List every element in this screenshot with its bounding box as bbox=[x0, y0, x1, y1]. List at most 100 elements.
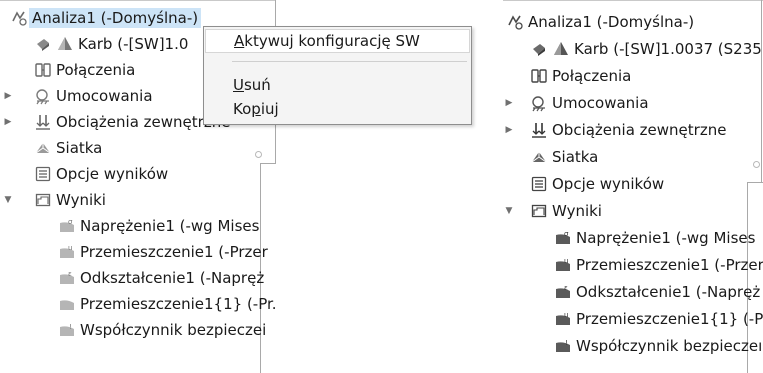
result-options-icon bbox=[530, 175, 548, 193]
svg-text:ε: ε bbox=[564, 284, 568, 292]
tree-item-label: Przemieszczenie1 (-Przer bbox=[576, 256, 763, 274]
tree-item-label: Siatka bbox=[56, 139, 103, 157]
panel-top-rule bbox=[0, 0, 276, 1]
stress-plot-icon: σ bbox=[58, 217, 76, 235]
stress-plot-icon: σ bbox=[554, 229, 572, 247]
svg-text:u: u bbox=[564, 311, 568, 319]
material-icon bbox=[530, 40, 548, 58]
tree-item-label: Analiza1 (-Domyślna-) bbox=[528, 13, 695, 31]
tree-item-result-options[interactable]: Opcje wyników bbox=[34, 161, 168, 187]
tree-item-label: Wyniki bbox=[56, 191, 106, 209]
tree-item-label: Połączenia bbox=[552, 67, 632, 85]
tree-item-displacement-plot[interactable]: u Przemieszczenie1 (-Przer bbox=[554, 252, 763, 278]
tree-item-connections[interactable]: Połączenia bbox=[530, 63, 631, 89]
connections-icon bbox=[530, 67, 548, 85]
tree-item-factor-of-safety[interactable]: ! Współczynnik bezpieczei bbox=[58, 317, 266, 343]
result-options-icon bbox=[34, 165, 52, 183]
tree-item-label: Współczynnik bezpieczei bbox=[80, 321, 267, 339]
tree-item-results[interactable]: ▼ Wyniki bbox=[5, 187, 106, 213]
factor-of-safety-icon: ! bbox=[58, 321, 76, 339]
mesh-icon bbox=[530, 148, 548, 166]
tree-item-results[interactable]: ▼ Wyniki bbox=[506, 198, 602, 224]
splitter-handle[interactable] bbox=[753, 161, 760, 168]
tree-item-displacement-plot-2[interactable]: u Przemieszczenie1{1} (-Pr. bbox=[554, 306, 763, 332]
displacement-plot-icon: u bbox=[554, 310, 572, 328]
tree-item-label: Karb (-[SW]1.0 bbox=[78, 35, 189, 53]
tree-item-stress-plot[interactable]: σ Naprężenie1 (-wg Mises bbox=[58, 213, 259, 239]
study-icon bbox=[506, 13, 524, 31]
tree-item-displacement-plot-2[interactable]: Przemieszczenie1{1} (-Pr. bbox=[58, 291, 276, 317]
menu-item-label: Kopiuj bbox=[233, 100, 279, 118]
tree-item-mesh[interactable]: Siatka bbox=[34, 135, 102, 161]
menu-item-delete[interactable]: Usuń bbox=[205, 73, 470, 97]
panel-top-rule bbox=[503, 0, 763, 1]
study-icon bbox=[10, 9, 28, 27]
displacement-plot-icon: u bbox=[554, 256, 572, 274]
tree-item-mesh[interactable]: Siatka bbox=[530, 144, 598, 170]
strain-plot-icon: ε bbox=[58, 269, 76, 287]
tree-item-strain-plot[interactable]: ε Odkształcenie1 (-Napręż bbox=[58, 265, 264, 291]
splitter-handle[interactable] bbox=[255, 151, 262, 158]
tree-item-label: Umocowania bbox=[552, 94, 649, 112]
tree-item-label: Przemieszczenie1{1} (-Pr. bbox=[576, 310, 763, 328]
tree-item-fixtures[interactable]: ▶ Umocowania bbox=[506, 90, 649, 116]
tree-item-part[interactable]: Karb (-[SW]1.0037 (S235 bbox=[530, 36, 762, 62]
tree-item-strain-plot[interactable]: ε Odkształcenie1 (-Napręż bbox=[554, 279, 760, 305]
displacement-plot-icon bbox=[58, 295, 76, 313]
menu-item-label: Usuń bbox=[233, 76, 271, 94]
expand-arrow-icon[interactable]: ▶ bbox=[503, 125, 515, 135]
menu-item-label: Aktywuj konfigurację SW bbox=[234, 32, 420, 50]
tree-item-label: Umocowania bbox=[56, 87, 153, 105]
tree-item-study[interactable]: Analiza1 (-Domyślna-) bbox=[506, 9, 694, 35]
tree-item-displacement-plot[interactable]: u Przemieszczenie1 (-Przer bbox=[58, 239, 268, 265]
material-icon bbox=[34, 35, 52, 53]
external-loads-icon bbox=[530, 121, 548, 139]
tree-item-label: Połączenia bbox=[56, 61, 136, 79]
tree-item-label: Naprężenie1 (-wg Mises bbox=[576, 229, 756, 247]
menu-item-copy[interactable]: Kopiuj bbox=[205, 97, 470, 121]
external-loads-icon bbox=[34, 113, 52, 131]
tree-item-label: Odkształcenie1 (-Napręż bbox=[576, 283, 761, 301]
tree-item-factor-of-safety[interactable]: ! Współczynnik bezpieczeı bbox=[554, 333, 762, 359]
tree-item-result-options[interactable]: Opcje wyników bbox=[530, 171, 664, 197]
tree-item-label: Obciążenia zewnętrzne bbox=[552, 121, 727, 139]
context-menu: Aktywuj konfigurację SW Usuń Kopiuj bbox=[203, 26, 472, 125]
strain-plot-icon: ε bbox=[554, 283, 572, 301]
svg-text:σ: σ bbox=[68, 218, 73, 226]
expand-arrow-icon[interactable]: ▶ bbox=[2, 91, 14, 101]
collapse-arrow-icon[interactable]: ▼ bbox=[2, 195, 14, 205]
tree-item-connections[interactable]: Połączenia bbox=[34, 57, 135, 83]
collapse-arrow-icon[interactable]: ▼ bbox=[503, 206, 515, 216]
menu-item-activate-sw-configuration[interactable]: Aktywuj konfigurację SW bbox=[205, 29, 470, 53]
displacement-plot-icon: u bbox=[58, 243, 76, 261]
tree-item-external-loads[interactable]: ▶ Obciążenia zewnętrzne bbox=[506, 117, 727, 143]
tree-item-stress-plot[interactable]: σ Naprężenie1 (-wg Mises bbox=[554, 225, 755, 251]
svg-text:!: ! bbox=[565, 339, 568, 347]
results-folder-icon bbox=[34, 191, 52, 209]
panel-edge bbox=[747, 182, 763, 183]
svg-text:ε: ε bbox=[68, 270, 72, 278]
tree-item-label: Opcje wyników bbox=[552, 175, 665, 193]
tree-item-external-loads[interactable]: ▶ Obciążenia zewnętrzne bbox=[5, 109, 231, 135]
mesh-icon bbox=[34, 139, 52, 157]
tree-item-study[interactable]: Analiza1 (-Domyślna-) bbox=[10, 5, 202, 31]
results-folder-icon bbox=[530, 202, 548, 220]
tree-item-label: Odkształcenie1 (-Napręż bbox=[80, 269, 265, 287]
factor-of-safety-icon: ! bbox=[554, 337, 572, 355]
svg-text:σ: σ bbox=[564, 230, 569, 238]
tree-item-part[interactable]: Karb (-[SW]1.0 bbox=[34, 31, 188, 57]
tree-item-fixtures[interactable]: ▶ Umocowania bbox=[5, 83, 153, 109]
feature-tree-panel-right: Analiza1 (-Domyślna-) Karb (-[SW]1.0037 … bbox=[503, 0, 763, 373]
expand-arrow-icon[interactable]: ▶ bbox=[2, 117, 14, 127]
tree-item-label: Przemieszczenie1{1} (-Pr. bbox=[80, 295, 276, 313]
expand-arrow-icon[interactable]: ▶ bbox=[503, 98, 515, 108]
tree-item-label: Karb (-[SW]1.0037 (S235 bbox=[574, 40, 762, 58]
tree-item-label: Opcje wyników bbox=[56, 165, 169, 183]
part-icon bbox=[552, 40, 570, 58]
tree-item-label: Analiza1 (-Domyślna-) bbox=[29, 8, 202, 28]
panel-edge bbox=[260, 163, 276, 164]
connections-icon bbox=[34, 61, 52, 79]
tree-item-label: Wyniki bbox=[552, 202, 602, 220]
tree-item-label: Współczynnik bezpieczeı bbox=[576, 337, 763, 355]
tree-item-label: Naprężenie1 (-wg Mises bbox=[80, 217, 260, 235]
